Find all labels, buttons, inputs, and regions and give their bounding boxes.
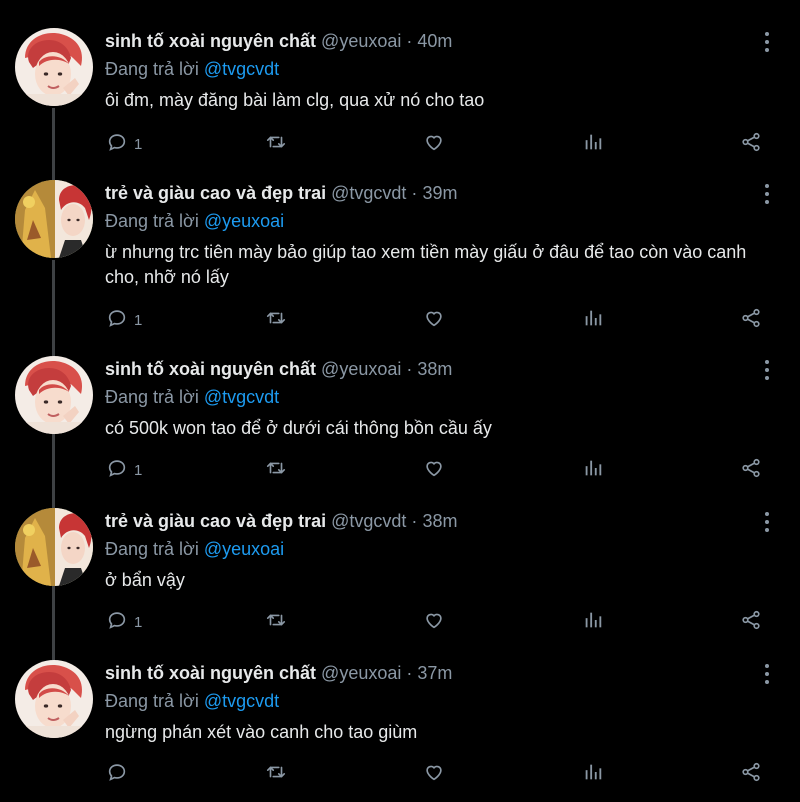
reply-count: 1 — [134, 311, 143, 329]
timestamp[interactable]: 40m — [417, 31, 452, 51]
tweet-reply[interactable]: trẻ và giàu cao và đẹp trai @tvgcvdt · 3… — [0, 480, 800, 632]
like-icon — [423, 761, 445, 788]
tweet-reply[interactable]: sinh tố xoài nguyên chất @yeuxoai · 38m … — [0, 328, 800, 480]
tweet-text: ngừng phán xét vào canh cho tao giùm — [105, 722, 418, 742]
avatar[interactable] — [15, 660, 93, 738]
tweet-header: trẻ và giàu cao và đẹp trai @tvgcvdt · 3… — [105, 183, 457, 204]
replying-to-label: Đang trả lời — [105, 387, 199, 407]
avatar[interactable] — [15, 508, 93, 586]
timestamp[interactable]: 37m — [417, 663, 452, 683]
timestamp[interactable]: 38m — [417, 359, 452, 379]
replying-to: Đang trả lời @tvgcvdt — [105, 387, 279, 408]
replying-to: Đang trả lời @yeuxoai — [105, 539, 284, 560]
replying-to-handle[interactable]: @yeuxoai — [204, 539, 284, 559]
tweet-reply[interactable]: sinh tố xoài nguyên chất @yeuxoai · 37m … — [0, 632, 800, 784]
display-name[interactable]: sinh tố xoài nguyên chất — [105, 31, 316, 51]
user-handle[interactable]: @tvgcvdt — [331, 511, 406, 531]
user-handle[interactable]: @tvgcvdt — [331, 183, 406, 203]
replying-to-handle[interactable]: @tvgcvdt — [204, 691, 279, 711]
timestamp[interactable]: 39m — [422, 183, 457, 203]
avatar[interactable] — [15, 28, 93, 106]
tweet-header: trẻ và giàu cao và đẹp trai @tvgcvdt · 3… — [105, 511, 457, 532]
replying-to: Đang trả lời @tvgcvdt — [105, 59, 279, 80]
like-button[interactable] — [423, 760, 445, 788]
separator-dot: · — [406, 663, 413, 683]
more-icon[interactable] — [757, 182, 777, 206]
reply-count: 1 — [134, 613, 143, 631]
avatar[interactable] — [15, 356, 93, 434]
replying-to-handle[interactable]: @tvgcvdt — [204, 59, 279, 79]
views-button[interactable] — [582, 760, 604, 788]
retweet-button[interactable] — [265, 760, 287, 788]
display-name[interactable]: sinh tố xoài nguyên chất — [105, 663, 316, 683]
replying-to: Đang trả lời @yeuxoai — [105, 211, 284, 232]
reply-thread: sinh tố xoài nguyên chất @yeuxoai · 40m … — [0, 0, 800, 802]
replying-to-label: Đang trả lời — [105, 211, 199, 231]
reply-count: 1 — [134, 461, 143, 479]
reply-icon — [106, 761, 128, 788]
separator-dot: · — [406, 359, 413, 379]
replying-to-label: Đang trả lời — [105, 691, 199, 711]
tweet-text: có 500k won tao để ở dưới cái thông bồn … — [105, 418, 492, 438]
more-icon[interactable] — [757, 662, 777, 686]
tweet-reply[interactable]: sinh tố xoài nguyên chất @yeuxoai · 40m … — [0, 0, 800, 153]
user-handle[interactable]: @yeuxoai — [321, 31, 401, 51]
more-icon[interactable] — [757, 510, 777, 534]
display-name[interactable]: trẻ và giàu cao và đẹp trai — [105, 183, 326, 203]
tweet-reply[interactable]: trẻ và giàu cao và đẹp trai @tvgcvdt · 3… — [0, 152, 800, 329]
reply-button[interactable] — [106, 760, 134, 788]
avatar[interactable] — [15, 180, 93, 258]
separator-dot: · — [411, 183, 418, 203]
tweet-actions — [0, 760, 800, 788]
replying-to-label: Đang trả lời — [105, 539, 199, 559]
tweet-header: sinh tố xoài nguyên chất @yeuxoai · 37m — [105, 663, 452, 684]
user-handle[interactable]: @yeuxoai — [321, 359, 401, 379]
display-name[interactable]: trẻ và giàu cao và đẹp trai — [105, 511, 326, 531]
replying-to-label: Đang trả lời — [105, 59, 199, 79]
more-icon[interactable] — [757, 30, 777, 54]
display-name[interactable]: sinh tố xoài nguyên chất — [105, 359, 316, 379]
share-button[interactable] — [740, 760, 762, 788]
user-handle[interactable]: @yeuxoai — [321, 663, 401, 683]
tweet-text: ôi đm, mày đăng bài làm clg, qua xử nó c… — [105, 90, 485, 110]
separator-dot: · — [406, 31, 413, 51]
tweet-header: sinh tố xoài nguyên chất @yeuxoai · 38m — [105, 359, 452, 380]
separator-dot: · — [411, 511, 418, 531]
replying-to: Đang trả lời @tvgcvdt — [105, 691, 279, 712]
timestamp[interactable]: 38m — [422, 511, 457, 531]
replying-to-handle[interactable]: @tvgcvdt — [204, 387, 279, 407]
tweet-text: ừ nhưng trc tiên mày bảo giúp tao xem ti… — [105, 242, 747, 287]
retweet-icon — [265, 761, 287, 788]
share-icon — [740, 761, 762, 788]
views-icon — [582, 761, 604, 788]
more-icon[interactable] — [757, 358, 777, 382]
replying-to-handle[interactable]: @yeuxoai — [204, 211, 284, 231]
reply-count: 1 — [134, 135, 143, 153]
tweet-header: sinh tố xoài nguyên chất @yeuxoai · 40m — [105, 31, 452, 52]
tweet-text: ở bẩn vậy — [105, 570, 185, 590]
